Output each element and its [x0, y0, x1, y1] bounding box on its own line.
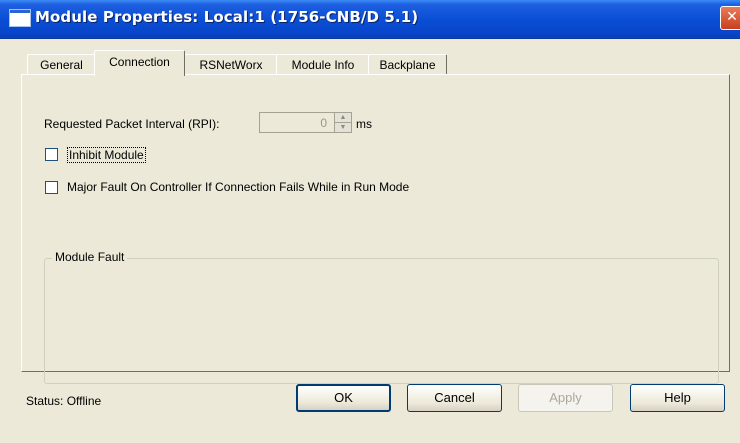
spin-down-icon[interactable]: ▼ — [334, 123, 351, 132]
ok-button[interactable]: OK — [296, 384, 391, 412]
rpi-spinner[interactable]: 0 ▲ ▼ — [259, 112, 352, 133]
module-fault-title: Module Fault — [52, 250, 128, 264]
module-fault-groupbox — [44, 258, 719, 384]
status-label: Status: — [26, 394, 64, 408]
major-fault-checkbox[interactable] — [45, 181, 58, 194]
cancel-button[interactable]: Cancel — [407, 384, 502, 412]
tab-connection-label: Connection — [109, 55, 170, 69]
window-title: Module Properties: Local:1 (1756-CNB/D 5… — [35, 8, 419, 26]
tab-module-info[interactable]: Module Info — [276, 54, 370, 75]
window-icon — [9, 9, 31, 27]
tab-rsnetworx-label: RSNetWorx — [199, 58, 263, 72]
status-bar: Status: Offline — [26, 394, 101, 408]
major-fault-label[interactable]: Major Fault On Controller If Connection … — [67, 180, 409, 194]
tab-rsnetworx[interactable]: RSNetWorx — [184, 54, 278, 75]
tab-module-info-label: Module Info — [291, 58, 355, 72]
inhibit-module-checkbox[interactable] — [45, 148, 58, 161]
rpi-label: Requested Packet Interval (RPI): — [44, 117, 220, 131]
apply-button[interactable]: Apply — [518, 384, 613, 412]
status-value: Offline — [66, 394, 102, 408]
rpi-value: 0 — [320, 116, 327, 130]
rpi-unit: ms — [356, 117, 372, 131]
tab-connection[interactable]: Connection — [94, 50, 185, 76]
tab-backplane-label: Backplane — [379, 58, 436, 72]
module-properties-dialog: Module Properties: Local:1 (1756-CNB/D 5… — [0, 0, 740, 443]
tab-general[interactable]: General — [27, 54, 96, 75]
tab-general-label: General — [40, 58, 83, 72]
spin-up-icon[interactable]: ▲ — [334, 113, 351, 123]
help-button[interactable]: Help — [630, 384, 725, 412]
close-icon[interactable]: ✕ — [720, 6, 740, 30]
inhibit-module-label[interactable]: Inhibit Module — [67, 147, 146, 163]
title-bar[interactable]: Module Properties: Local:1 (1756-CNB/D 5… — [0, 0, 740, 39]
tab-backplane[interactable]: Backplane — [368, 54, 447, 75]
